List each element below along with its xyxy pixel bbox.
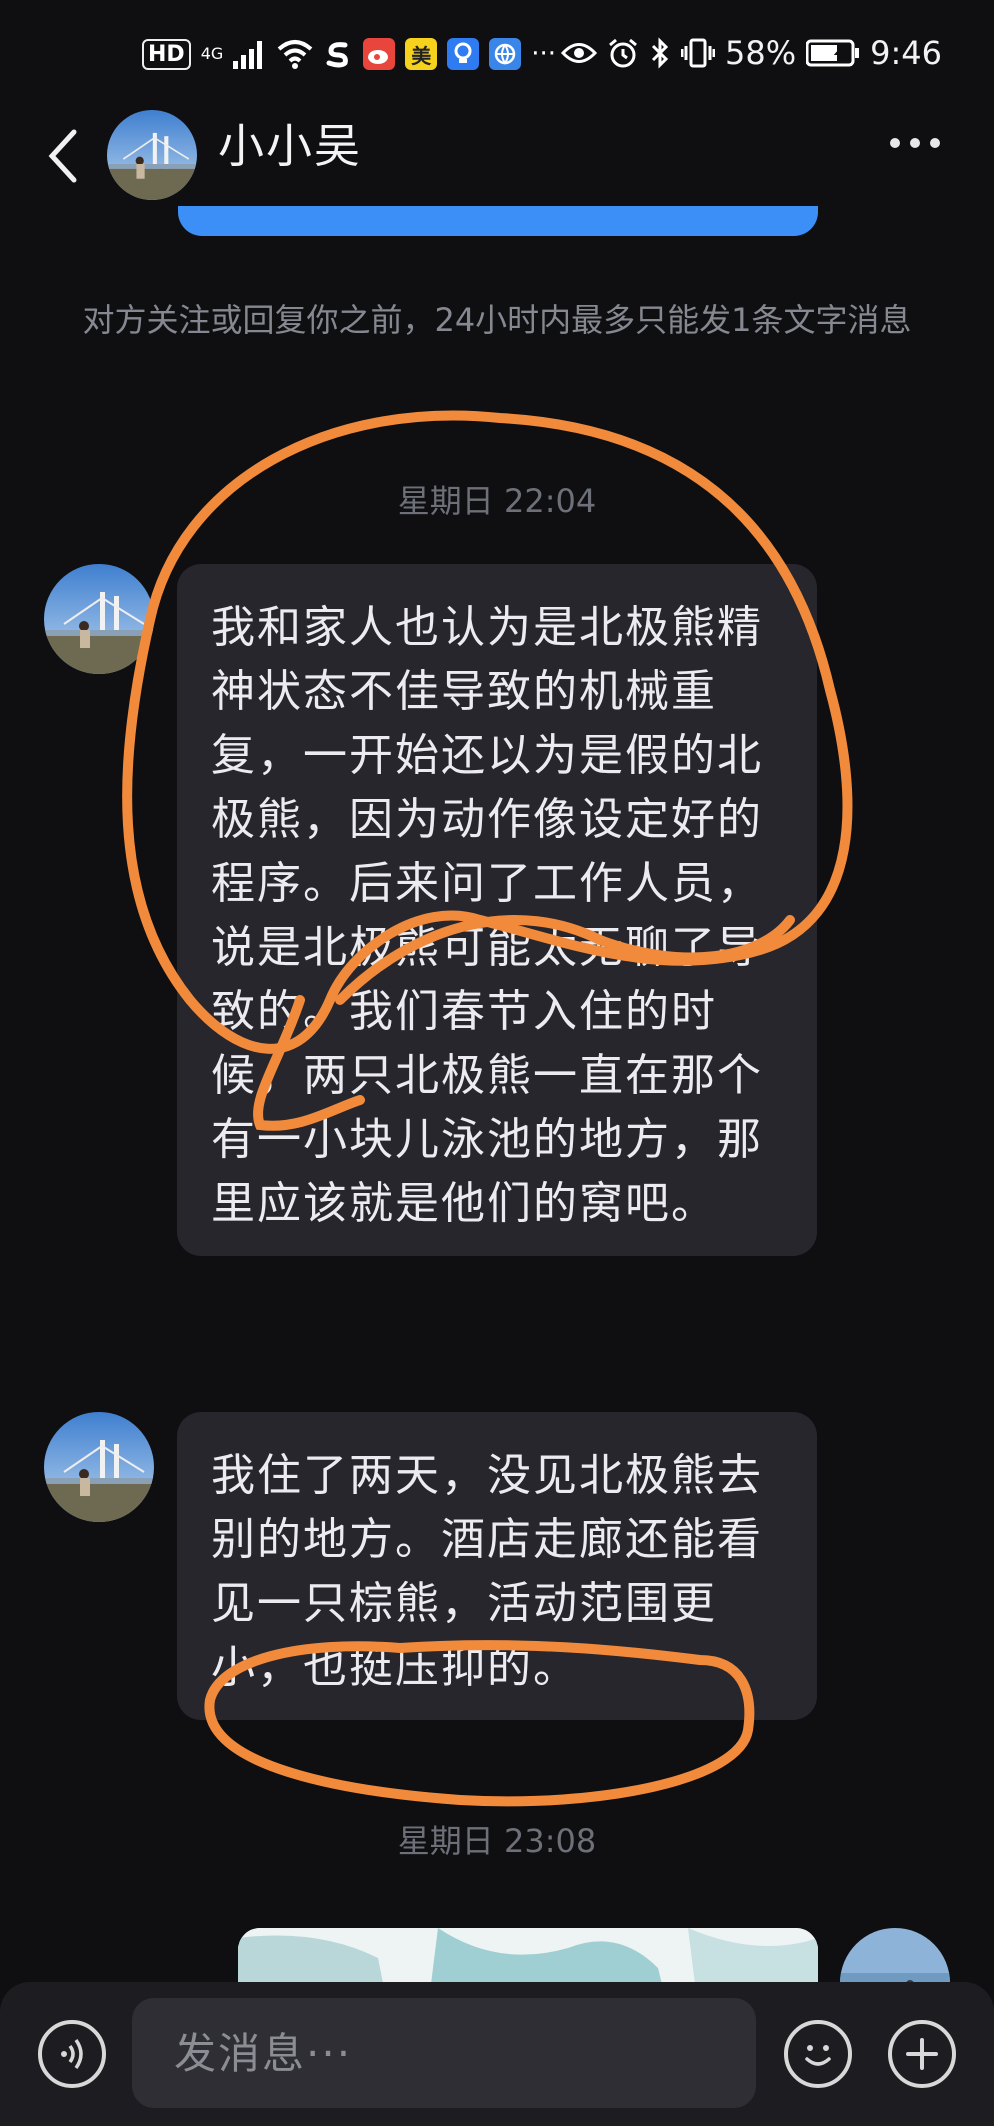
message-input[interactable] [132,1998,756,2108]
signal-icon [233,41,263,69]
battery-percent: 58% [725,34,797,72]
bluetooth-icon [651,37,669,69]
follow-banner[interactable] [178,206,818,236]
more-dot-icon [890,138,900,148]
message-limit-notice: 对方关注或回复你之前，24小时内最多只能发1条文字消息 [82,301,912,339]
plus-icon [906,2038,938,2070]
message-text: 我住了两天，没见北极熊去别的地方。酒店走廊还能看见一只棕熊，活动范围更小，也挺压… [211,1450,763,1693]
emoji-button[interactable] [784,2020,852,2088]
more-dot-icon [910,138,920,148]
chat-title: 小小吴 [218,119,362,173]
status-bar: HD 4G 美 ··· 58% 9:46 [0,0,994,112]
globe-app-icon [489,38,522,70]
alarm-icon [609,38,637,68]
timestamp: 星期日 22:04 [397,482,597,520]
voice-icon [61,2038,83,2070]
avatar-image [44,564,154,674]
wifi-icon [277,40,313,69]
battery-icon [806,39,860,67]
bulb-app-icon [447,38,480,70]
voice-button[interactable] [38,2020,106,2088]
back-button[interactable] [44,126,84,186]
message-text: 我和家人也认为是北极熊精神状态不佳导致的机械重复，一开始还以为是假的北极熊，因为… [211,602,763,1229]
weibo-icon [363,38,396,70]
app-s-icon [326,42,349,68]
more-actions-button[interactable] [888,2020,956,2088]
clock: 9:46 [870,34,942,72]
meituan-icon: 美 [405,38,438,70]
more-dot-icon [930,138,940,148]
more-notifications-label: ··· [531,39,557,69]
avatar-image [44,1412,154,1522]
more-options-button[interactable] [890,138,940,148]
eye-icon [561,43,598,63]
vibrate-icon [681,38,716,68]
sender-avatar[interactable] [44,564,154,674]
status-left-icons: HD 4G 美 ··· [142,38,556,70]
message-bubble[interactable]: 我住了两天，没见北极熊去别的地方。酒店走廊还能看见一只棕熊，活动范围更小，也挺压… [177,1412,817,1720]
contact-avatar[interactable] [107,110,197,200]
composer-bar [0,1982,994,2126]
hd-icon: HD [142,38,191,70]
avatar-image [107,110,197,200]
sender-avatar[interactable] [44,1412,154,1522]
network-type-label: 4G [200,44,224,63]
status-right-icons: 58% 9:46 [561,34,942,72]
chevron-left-icon [48,129,77,183]
message-bubble[interactable]: 我和家人也认为是北极熊精神状态不佳导致的机械重复，一开始还以为是假的北极熊，因为… [177,564,817,1256]
timestamp: 星期日 23:08 [397,1822,597,1860]
smiley-icon [805,2045,831,2066]
